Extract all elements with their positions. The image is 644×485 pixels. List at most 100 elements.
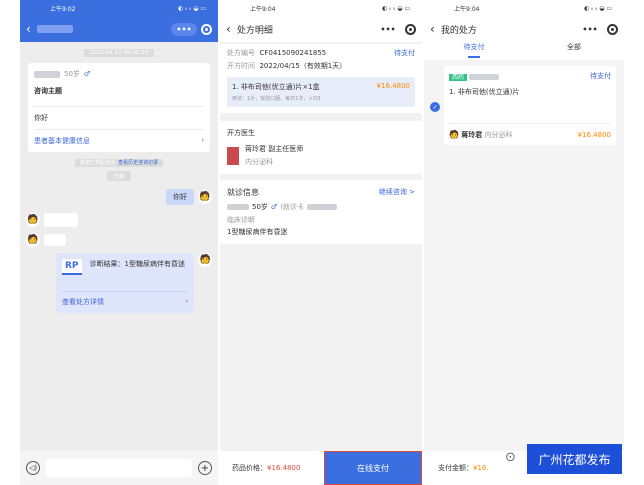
doctor-dept: 内分泌科: [245, 158, 273, 166]
history-link[interactable]: 查看历史咨询记录: [118, 160, 158, 166]
visit-age: 50岁: [252, 203, 268, 211]
tab-underline: [468, 56, 480, 58]
doctor-photo: [227, 146, 239, 165]
diag-label: 临床诊断: [227, 216, 255, 224]
health-info-link[interactable]: 患者基本健康信息 ›: [34, 129, 204, 146]
diag-value: 1型糖尿病伴有昏迷: [227, 228, 288, 236]
rx-list-drug: 1. 非布司他(优立通)片: [449, 88, 520, 96]
drug-usage: 用法：1片，饭前口服，每日1次，×3日: [232, 96, 321, 102]
nav-bar: ‹ •••: [20, 16, 218, 42]
close-mini-icon-2[interactable]: [405, 23, 416, 35]
drug-name: 1. 非布司他(优立通)片×1盒: [232, 83, 320, 91]
status-icons-3: ◐ ᵢₗ ᵢₗ ◒ ▭: [584, 4, 612, 12]
tab-all[interactable]: 全部: [524, 42, 624, 60]
rx-no-value: CF0415090241855: [259, 49, 327, 57]
doctor-avatar-icon-2: 🧑: [198, 253, 212, 267]
topic-label: 咨询主题: [34, 87, 62, 95]
drug-item: 1. 非布司他(优立通)片×1盒 ¥16.4800 用法：1片，饭前口服，每日1次…: [227, 77, 415, 107]
rx-date-value: 2022/04/15（有效期1天）: [259, 62, 347, 70]
msg-in-1: 🧑: [26, 213, 218, 227]
status-icons: ◐ ᵢₗ ᵢₗ ◒ ▭: [178, 4, 206, 12]
pay-amount-value: ¥16.: [473, 464, 489, 472]
more-icon[interactable]: •••: [171, 22, 197, 36]
patient-age: 50岁: [64, 70, 80, 78]
patient-avatar-icon-2: 🧑: [26, 233, 40, 247]
rx-list-price: ¥16.4800: [577, 131, 611, 139]
pay-button[interactable]: 在线支付: [324, 451, 422, 485]
rx-detail-link[interactable]: 查看处方详情: [62, 297, 104, 307]
status-time-2: 上午9:04: [250, 5, 276, 13]
tab-pending-label: 待支付: [463, 43, 485, 51]
drug-price: ¥16.4800: [376, 82, 410, 90]
tab-bar: 待支付 全部: [424, 42, 624, 60]
close-mini-icon-3[interactable]: [607, 23, 618, 35]
myrx-header: 上午9:04 ◐ ᵢₗ ᵢₗ ◒ ▭ ‹ 我的处方 ••• 待支付 全部: [424, 0, 624, 60]
rx-list-item[interactable]: ✓ 西药 待支付 1. 非布司他(优立通)片 🧑 蒋玲君 内分泌科 ¥16.480…: [424, 66, 624, 145]
msg-bubble-blurred: [44, 213, 78, 227]
rx-list-dept: 内分泌科: [484, 131, 513, 139]
close-mini-icon[interactable]: [201, 23, 212, 35]
rx-header: 上午9:04 ◐ ᵢₗ ᵢₗ ◒ ▭ ‹ 处方明细 •••: [220, 0, 422, 42]
status-bar-2: 上午9:04 ◐ ᵢₗ ᵢₗ ◒ ▭: [220, 0, 422, 16]
msg-bubble-blurred-2: [44, 234, 66, 246]
voice-icon[interactable]: ◁): [26, 461, 40, 475]
nav-bar-3: ‹ 我的处方 •••: [424, 16, 624, 42]
msg-out: 你好 🧑: [20, 189, 212, 205]
msg-in-2: 🧑: [26, 233, 218, 247]
gender-icon: ♂: [83, 70, 91, 78]
notice-text: 患者已发起咨询 ·: [79, 160, 119, 166]
visit-patient-name: [227, 204, 249, 210]
back-icon-2[interactable]: ‹: [226, 22, 231, 36]
drug-type-tag: 西药: [449, 73, 468, 81]
chat-timestamp: 2022-04-15 09:08:15: [83, 49, 155, 57]
notice-pill: 患者已发起咨询 ·查看历史咨询记录: [74, 159, 164, 167]
page-title-3: 我的处方: [440, 25, 477, 36]
visit-gender-icon: ♂: [270, 203, 278, 211]
rx-list-card: 西药 待支付 1. 非布司他(优立通)片 🧑 蒋玲君 内分泌科 ¥16.4800: [444, 66, 616, 145]
doctor-name: 蒋玲君 副主任医师: [245, 145, 304, 153]
visit-card-blur: [306, 204, 337, 210]
patient-name: [34, 70, 60, 78]
chevron-right-icon-2: ›: [185, 297, 189, 305]
msg-bubble-hello: 你好: [166, 189, 194, 205]
status-time-3: 上午9:04: [454, 5, 480, 13]
topic-value: 你好: [34, 106, 204, 123]
doctor-section-title: 开方医生: [227, 129, 255, 137]
plus-icon[interactable]: +: [198, 461, 212, 475]
total-label: 药品价格：: [232, 464, 267, 472]
watermark-logo: 广州花都发布: [527, 444, 622, 474]
nav-bar-2: ‹ 处方明细 •••: [220, 16, 422, 42]
more-icon-2[interactable]: •••: [375, 23, 401, 36]
rx-status: 待支付: [394, 49, 415, 57]
watermark-text: 广州花都发布: [538, 452, 611, 467]
page-title-2: 处方明细: [236, 25, 273, 36]
visit-card-no: (就诊卡: [280, 203, 304, 211]
doctor-avatar-icon: 🧑: [198, 190, 212, 204]
status-bar: 上午9:02 ◐ ᵢₗ ᵢₗ ◒ ▭: [20, 0, 218, 16]
status-time: 上午9:02: [50, 5, 76, 13]
rx-card[interactable]: RP 诊断结果：1型糖尿病伴有昏迷 查看处方详情 ›: [56, 253, 195, 313]
rx-date-label: 开方时间: [227, 62, 255, 70]
message-input[interactable]: [46, 459, 192, 477]
input-bar: ◁) +: [20, 451, 218, 485]
rx-list-doctor: 蒋玲君: [461, 131, 483, 139]
doctor-card: 开方医生 蒋玲君 副主任医师 内分泌科: [220, 121, 422, 174]
chat-title: [36, 25, 73, 33]
rx-detail-panel: 上午9:04 ◐ ᵢₗ ᵢₗ ◒ ▭ ‹ 处方明细 ••• 处方编号 CF0415…: [220, 0, 422, 485]
total-value: ¥16.4800: [267, 464, 301, 472]
health-info-label: 患者基本健康信息: [34, 137, 90, 145]
more-icon-3[interactable]: •••: [577, 23, 603, 36]
rx-no-label: 处方编号: [227, 49, 255, 57]
status-bar-3: 上午9:04 ◐ ᵢₗ ᵢₗ ◒ ▭: [424, 0, 624, 16]
rx-icon: RP: [62, 259, 82, 275]
status-icons-2: ◐ ᵢₗ ᵢₗ ◒ ▭: [382, 4, 410, 12]
rx-list-name: [469, 73, 500, 80]
back-icon[interactable]: ‹: [26, 22, 31, 36]
tab-pending[interactable]: 待支付: [424, 42, 524, 60]
back-icon-3[interactable]: ‹: [430, 22, 435, 36]
consult-card: 50岁 ♂ 咨询主题 你好 患者基本健康信息 ›: [28, 63, 210, 152]
rx-info-card: 处方编号 CF0415090241855 待支付 开方时间 2022/04/15（…: [220, 44, 422, 113]
continue-consult-link[interactable]: 继续咨询 >: [379, 187, 415, 198]
check-icon[interactable]: ✓: [430, 102, 440, 112]
wechat-icon: ⊙: [505, 450, 516, 465]
